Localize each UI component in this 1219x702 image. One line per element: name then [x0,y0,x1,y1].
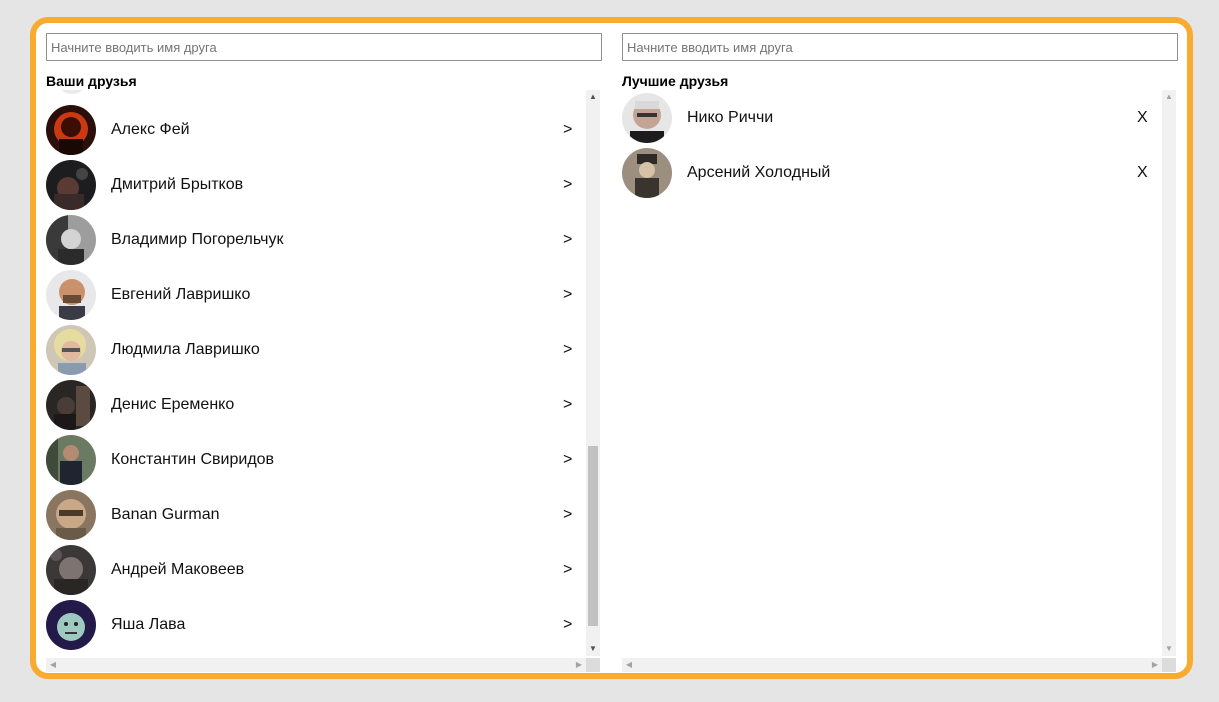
friend-name: Константин Свиридов [111,451,275,468]
add-to-best-button[interactable]: > [563,506,572,524]
scrollbar-corner [586,658,600,672]
friend-name: Владимир Погорельчук [111,231,284,248]
scroll-down-arrow-icon[interactable]: ▼ [1162,642,1176,656]
friend-row[interactable]: Евгений Лавришко > [46,267,586,322]
scroll-up-arrow-icon[interactable]: ▲ [1162,90,1176,104]
scrollbar-corner [1162,658,1176,672]
friend-name: Андрей Маковеев [111,561,245,578]
best-friends-search-input[interactable] [622,33,1178,61]
friends-app-frame: Ваши друзья Алекс Фей > Дмитрий Брытков … [30,17,1193,679]
friend-row[interactable]: Алекс Фей > [46,102,586,157]
friend-row[interactable]: Людмила Лавришко > [46,322,586,377]
friend-name: Banan Gurman [111,506,220,523]
add-to-best-button[interactable]: > [563,561,572,579]
avatar [622,93,672,143]
avatar [46,380,96,430]
friends-list-horizontal-scrollbar[interactable]: ◀ ▶ [46,658,586,672]
friend-name: Дмитрий Брытков [111,176,244,193]
avatar [46,215,96,265]
friend-row[interactable]: Дмитрий Брытков > [46,157,586,212]
friend-name: Арсений Холодный [687,164,831,181]
friend-name: Яша Лава [111,616,186,633]
avatar [46,270,96,320]
friend-name: Евгений Лавришко [111,286,251,303]
scroll-right-arrow-icon[interactable]: ▶ [572,658,586,672]
friend-row[interactable]: Денис Еременко > [46,377,586,432]
add-to-best-button[interactable]: > [563,176,572,194]
friend-name: Людмила Лавришко [111,341,260,358]
add-to-best-button[interactable]: > [563,231,572,249]
friend-row[interactable]: Яша Лава > [46,597,586,652]
friend-row[interactable]: Константин Свиридов > [46,432,586,487]
scroll-left-arrow-icon[interactable]: ◀ [46,658,60,672]
remove-best-friend-button[interactable]: X [1137,109,1148,127]
friend-row[interactable]: Banan Gurman > [46,487,586,542]
best-friends-horizontal-scrollbar[interactable]: ◀ ▶ [622,658,1162,672]
scroll-right-arrow-icon[interactable]: ▶ [1148,658,1162,672]
your-friends-list[interactable]: Алекс Фей > Дмитрий Брытков > Владимир П… [46,90,586,675]
scroll-up-arrow-icon[interactable]: ▲ [586,90,600,104]
add-to-best-button[interactable]: > [563,396,572,414]
friends-list-vertical-scrollbar[interactable]: ▲ ▼ [586,90,600,656]
avatar [46,545,96,595]
friend-row[interactable]: Андрей Маковеев > [46,542,586,597]
add-to-best-button[interactable]: > [563,341,572,359]
partial-avatar [52,90,92,94]
avatar [46,325,96,375]
avatar [46,600,96,650]
scroll-down-arrow-icon[interactable]: ▼ [586,642,600,656]
friend-name: Алекс Фей [111,121,190,138]
scrollbar-thumb[interactable] [588,446,598,626]
best-friends-vertical-scrollbar[interactable]: ▲ ▼ [1162,90,1176,656]
friend-row[interactable]: Арсений Холодный X [622,145,1162,200]
scroll-left-arrow-icon[interactable]: ◀ [622,658,636,672]
avatar [46,490,96,540]
best-friends-list[interactable]: Нико Риччи X Арсений Холодный X [622,90,1162,675]
add-to-best-button[interactable]: > [563,451,572,469]
friend-row[interactable]: Владимир Погорельчук > [46,212,586,267]
add-to-best-button[interactable]: > [563,616,572,634]
add-to-best-button[interactable]: > [563,286,572,304]
avatar [46,160,96,210]
remove-best-friend-button[interactable]: X [1137,164,1148,182]
best-friends-heading: Лучшие друзья [622,73,729,89]
friends-search-input[interactable] [46,33,602,61]
add-to-best-button[interactable]: > [563,121,572,139]
avatar [622,148,672,198]
friend-row[interactable]: Нико Риччи X [622,90,1162,145]
your-friends-heading: Ваши друзья [46,73,137,89]
avatar [46,435,96,485]
friend-name: Денис Еременко [111,396,235,413]
avatar [46,105,96,155]
friend-name: Нико Риччи [687,109,774,126]
